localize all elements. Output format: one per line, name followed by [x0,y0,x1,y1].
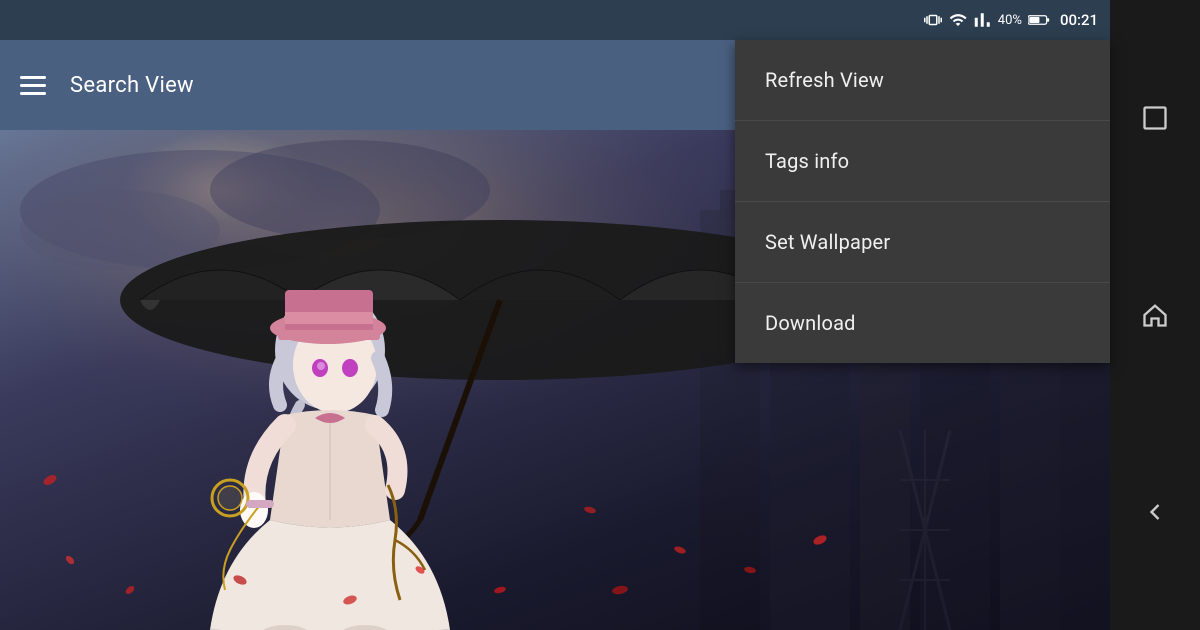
back-button[interactable] [1141,498,1169,526]
refresh-view-item[interactable]: Refresh View [735,40,1110,121]
status-bar: 40% 00:21 [0,0,1110,40]
signal-icon [974,11,992,29]
set-wallpaper-item[interactable]: Set Wallpaper [735,202,1110,283]
nav-bar [1110,0,1200,630]
tags-info-item[interactable]: Tags info [735,121,1110,202]
battery-icon [1028,13,1050,27]
time-display: 00:21 [1060,11,1098,29]
home-icon [1141,301,1169,329]
recent-apps-button[interactable] [1141,104,1169,132]
wifi-icon [948,11,968,29]
app-title: Search View [70,73,194,98]
battery-percent: 40% [998,13,1022,28]
vibrate-icon [924,11,942,29]
back-icon [1141,498,1169,526]
dropdown-menu: Refresh View Tags info Set Wallpaper Dow… [735,40,1110,363]
home-button[interactable] [1141,301,1169,329]
square-icon [1141,104,1169,132]
status-icons: 40% 00:21 [924,11,1098,29]
menu-button[interactable] [20,76,46,95]
download-item[interactable]: Download [735,283,1110,363]
